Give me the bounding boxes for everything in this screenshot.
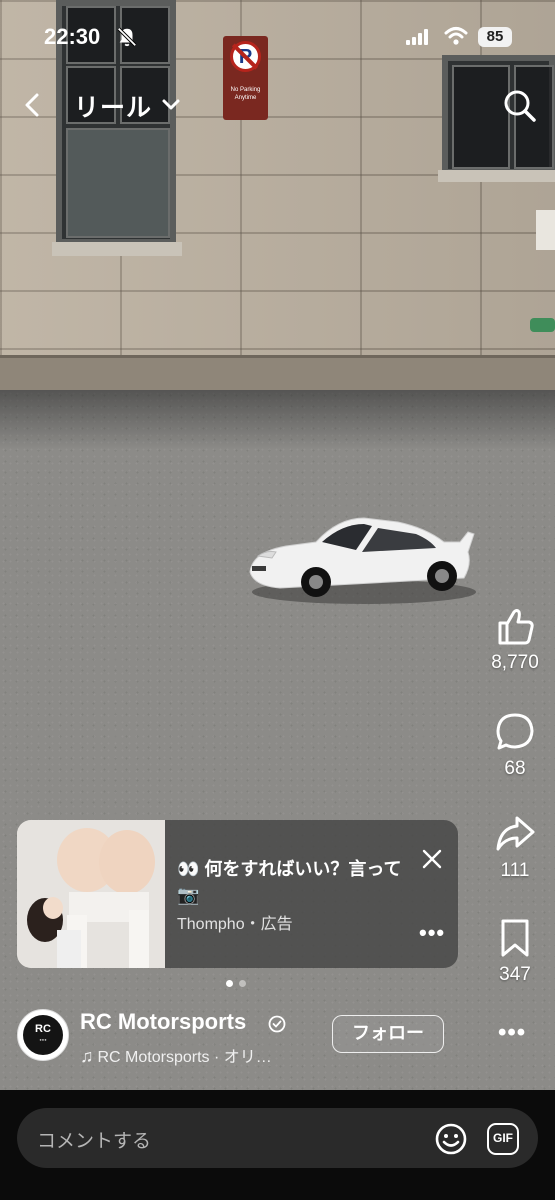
- ad-thumbnail[interactable]: [17, 820, 165, 968]
- rc-car: [249, 517, 476, 604]
- follow-button[interactable]: フォロー: [332, 1015, 444, 1053]
- share-arrow-icon: [496, 816, 535, 851]
- audio-label[interactable]: ♫ RC Motorsports · オリ…: [80, 1043, 272, 1067]
- cellular-signal-icon: [406, 29, 428, 45]
- asphalt-road: [0, 390, 555, 1090]
- comment-bubble-icon: [496, 713, 534, 750]
- status-bar: 22:30 85: [0, 0, 555, 60]
- page-title[interactable]: リール: [74, 88, 152, 124]
- ad-sponsor[interactable]: Thompho・広告: [177, 910, 293, 934]
- share-button[interactable]: 111: [484, 814, 546, 882]
- chevron-down-icon[interactable]: [160, 96, 182, 114]
- comment-placeholder: コメントする: [37, 1131, 152, 1152]
- comment-button[interactable]: 68: [484, 712, 546, 780]
- gif-button[interactable]: GIF: [487, 1123, 519, 1155]
- like-button[interactable]: 8,770: [484, 606, 546, 674]
- save-button[interactable]: 347: [484, 918, 546, 986]
- battery-indicator: 85: [478, 27, 512, 47]
- ad-carousel-dots: [226, 980, 256, 990]
- close-icon[interactable]: [421, 848, 443, 870]
- bottom-bar: コメントする GIF: [0, 1090, 555, 1200]
- author-name[interactable]: RC Motorsports: [80, 1009, 246, 1035]
- music-note-icon: ♫: [80, 1046, 94, 1066]
- avatar[interactable]: RC ●●●: [17, 1009, 69, 1061]
- reels-header: リール: [0, 80, 555, 130]
- thumbs-up-icon: [498, 609, 534, 645]
- comment-input[interactable]: コメントする GIF: [17, 1108, 538, 1168]
- wall-notice: [536, 210, 555, 250]
- share-count: 111: [500, 860, 530, 881]
- like-count: 8,770: [491, 652, 539, 673]
- save-count: 347: [499, 964, 531, 985]
- back-arrow-icon[interactable]: [20, 92, 46, 118]
- wall-pipe: [530, 318, 555, 332]
- sponsored-ad-card[interactable]: 👀 何をすればいい？言って📷 Thompho・広告 •••: [17, 820, 458, 968]
- author-row: RC ●●● RC Motorsports ♫ RC Motorsports · オ…: [0, 1005, 555, 1067]
- ad-thumbnail-image: [17, 820, 165, 968]
- status-time: 22:30: [44, 24, 101, 49]
- more-options-button[interactable]: •••: [498, 1019, 526, 1047]
- ad-headline[interactable]: 👀 何をすればいい？言って📷: [177, 856, 407, 908]
- silent-bell-icon: [117, 27, 137, 47]
- carousel-dot-active: [226, 980, 233, 987]
- comment-count: 68: [504, 758, 526, 779]
- search-icon[interactable]: [502, 88, 538, 124]
- curb: [0, 355, 555, 393]
- carousel-dot: [239, 980, 246, 987]
- bookmark-icon: [501, 919, 529, 957]
- ad-more-options[interactable]: •••: [419, 920, 445, 946]
- wifi-icon: [444, 27, 468, 45]
- emoji-icon[interactable]: [435, 1123, 467, 1155]
- verified-badge-icon: [268, 1015, 286, 1033]
